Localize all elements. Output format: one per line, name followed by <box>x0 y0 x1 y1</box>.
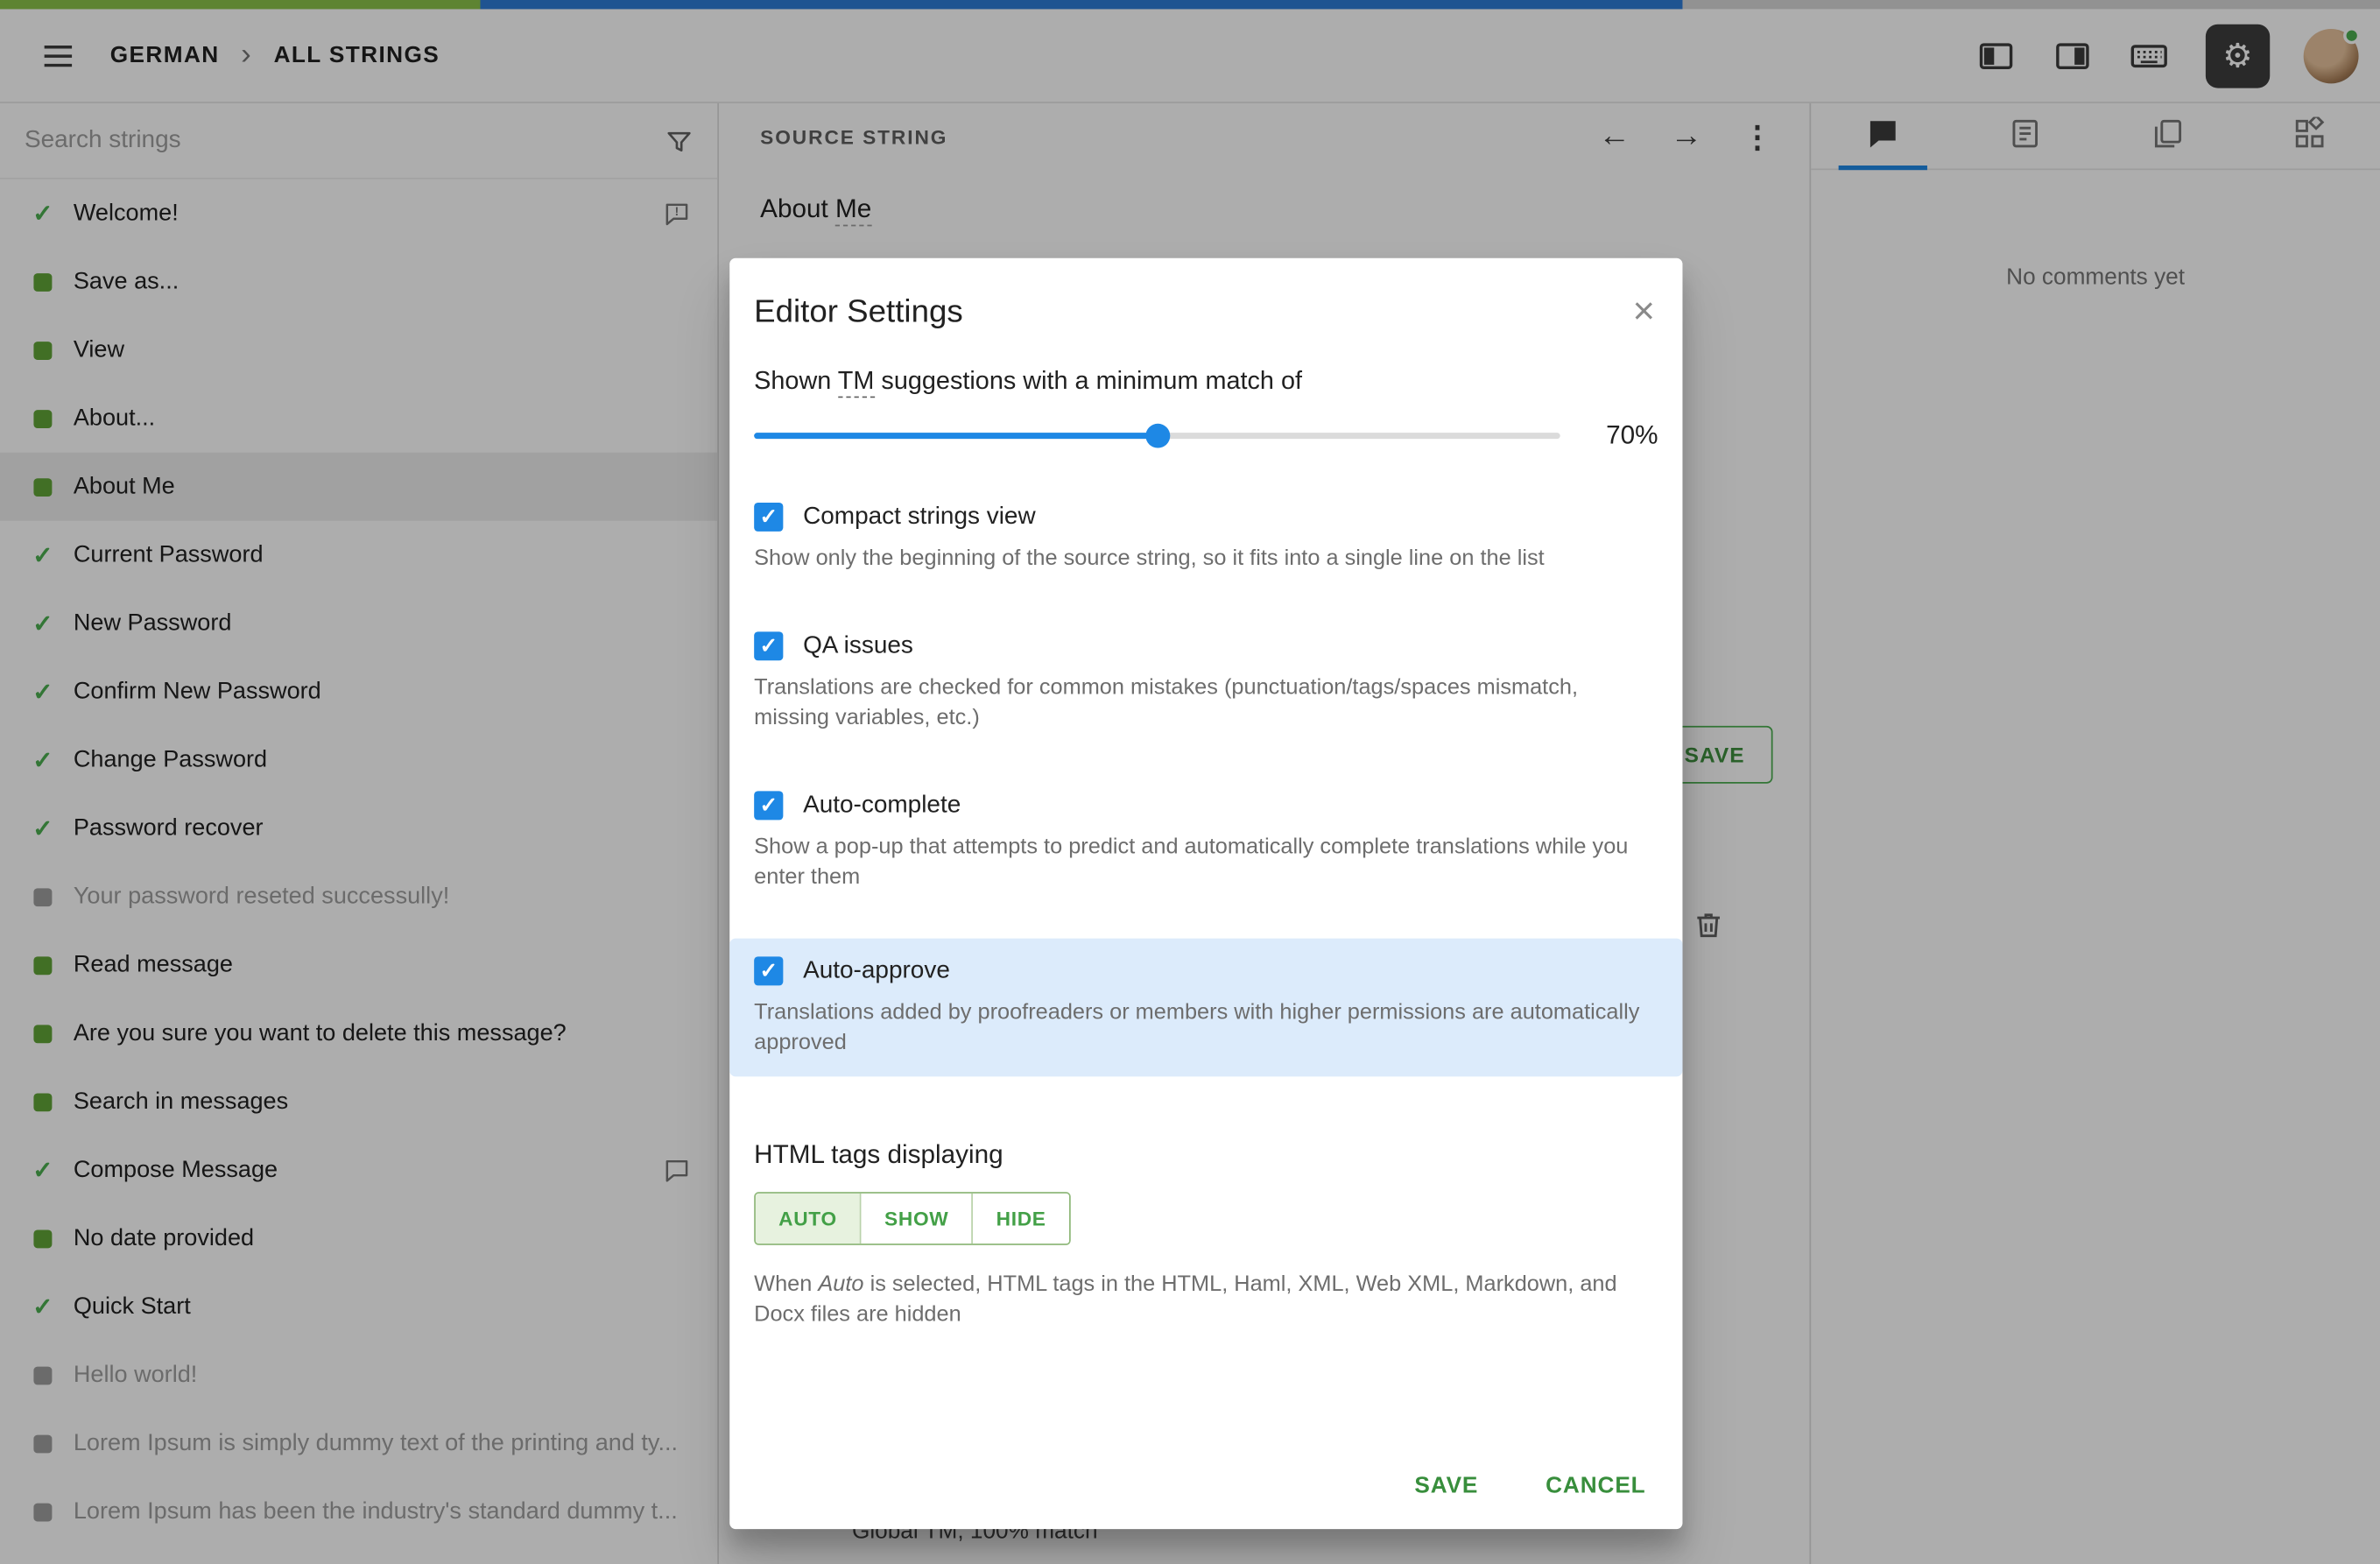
editor-options: ✓ Compact strings view Show only the begin… <box>729 502 1683 1077</box>
tm-label-before: Shown <box>754 367 838 395</box>
dialog-cancel-button[interactable]: CANCEL <box>1546 1473 1645 1498</box>
tm-slider[interactable] <box>754 423 1560 448</box>
checkbox-checked-icon[interactable]: ✓ <box>754 956 784 986</box>
tm-slider-label: Shown TM suggestions with a minimum matc… <box>754 367 1658 398</box>
html-tags-desc-italic: Auto <box>818 1272 864 1297</box>
dialog-footer: SAVE CANCEL <box>1414 1473 1645 1498</box>
html-tags-description: When Auto is selected, HTML tags in the … <box>754 1270 1653 1330</box>
close-icon[interactable]: × <box>1633 292 1656 330</box>
html-tags-heading: HTML tags displaying <box>754 1140 1003 1170</box>
option-qa-issues: ✓ QA issues Translations are checked for c… <box>754 631 1658 733</box>
option-label: Compact strings view <box>803 503 1036 530</box>
option-auto-approve: ✓ Auto-approve Translations added by proof… <box>729 938 1683 1077</box>
checkbox-checked-icon[interactable]: ✓ <box>754 791 784 821</box>
option-description: Show a pop-up that attempts to predict a… <box>754 835 1629 891</box>
checkbox-checked-icon[interactable]: ✓ <box>754 502 784 532</box>
option-auto-complete: ✓ Auto-complete Show a pop-up that attempt… <box>754 791 1658 892</box>
option-compact-strings-view: ✓ Compact strings view Show only the begin… <box>754 502 1658 574</box>
html-tags-desc-after: is selected, HTML tags in the HTML, Haml… <box>754 1272 1623 1328</box>
html-tags-option-show[interactable]: SHOW <box>860 1193 972 1244</box>
option-label: QA issues <box>803 632 913 659</box>
html-tags-option-hide[interactable]: HIDE <box>971 1193 1069 1244</box>
option-description: Translations are checked for common mist… <box>754 675 1579 731</box>
html-tags-option-auto[interactable]: AUTO <box>755 1193 861 1244</box>
option-checkbox-row[interactable]: ✓ Compact strings view <box>754 502 1658 532</box>
tm-label-after: suggestions with a minimum match of <box>874 367 1303 395</box>
option-label: Auto-approve <box>803 957 950 983</box>
dialog-save-button[interactable]: SAVE <box>1414 1473 1478 1498</box>
option-checkbox-row[interactable]: ✓ QA issues <box>754 631 1658 661</box>
tm-slider-value: 70% <box>1606 420 1658 450</box>
editor-settings-dialog: Editor Settings × Shown TM suggestions w… <box>729 257 1683 1530</box>
html-tags-segmented: AUTO SHOW HIDE <box>754 1192 1071 1245</box>
tm-slider-fill <box>754 433 1158 440</box>
option-description: Show only the beginning of the source st… <box>754 546 1545 571</box>
option-checkbox-row[interactable]: ✓ Auto-approve <box>754 956 1658 986</box>
checkbox-checked-icon[interactable]: ✓ <box>754 631 784 661</box>
tm-match-slider-row: 70% <box>754 420 1658 451</box>
app-window: GERMAN › ALL STRINGS ⚙ Search strings ✓ … <box>0 0 2380 1564</box>
option-label: Auto-complete <box>803 792 961 818</box>
dialog-title: Editor Settings <box>754 294 963 330</box>
tm-slider-thumb[interactable] <box>1144 423 1170 448</box>
tm-abbr: TM <box>837 367 875 398</box>
option-description: Translations added by proofreaders or me… <box>754 1000 1640 1056</box>
option-checkbox-row[interactable]: ✓ Auto-complete <box>754 791 1658 821</box>
html-tags-desc-before: When <box>754 1272 819 1297</box>
